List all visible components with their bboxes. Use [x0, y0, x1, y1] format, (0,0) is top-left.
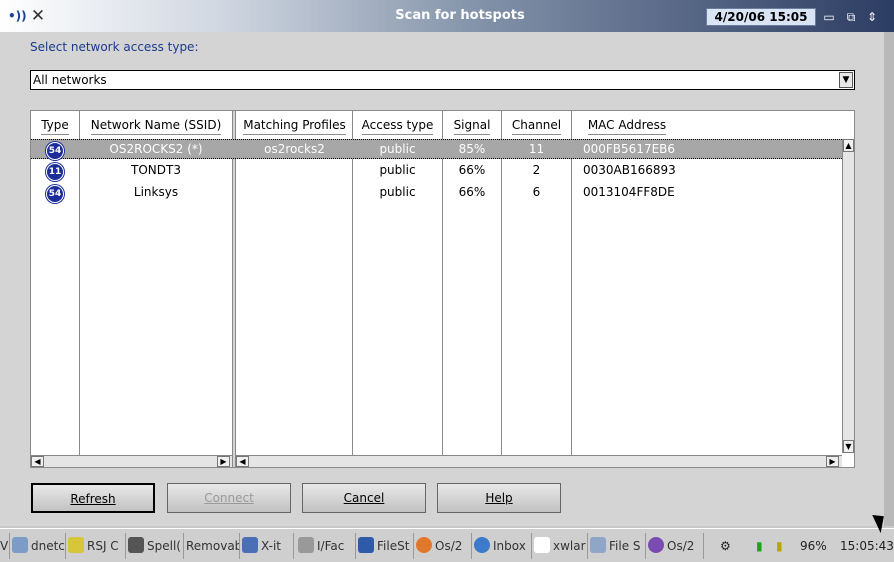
app-icon — [12, 537, 28, 553]
table-row[interactable]: 11 TONDT3 public 66% 2 0030AB166893 — [31, 161, 842, 181]
column-header-profiles[interactable]: Matching Profiles — [237, 111, 352, 139]
app-icon — [358, 537, 374, 553]
connect-button[interactable]: Connect — [167, 483, 291, 513]
hotspot-table: Type Network Name (SSID) Matching Profil… — [30, 110, 855, 468]
taskbar-item[interactable]: Removab — [186, 533, 240, 559]
scroll-left-icon[interactable]: ◀ — [31, 456, 44, 467]
taskbar: V dnetc RSJ C Spell( Removab X-it I/Fac … — [0, 528, 894, 562]
access-type-select[interactable]: All networks ▼ — [30, 70, 855, 90]
channel-cell: 6 — [532, 185, 541, 199]
table-row[interactable]: 54 OS2ROCKS2 (*) os2rocks2 public 85% 11… — [31, 139, 842, 160]
scroll-up-icon[interactable]: ▲ — [843, 139, 854, 152]
horizontal-scrollbar-right[interactable]: ◀ ▶ — [236, 455, 842, 467]
horizontal-scrollbar-left[interactable]: ◀ ▶ — [31, 455, 232, 467]
column-header-channel[interactable]: Channel — [502, 111, 571, 139]
app-icon — [68, 537, 84, 553]
access-type-label: Select network access type: — [30, 40, 199, 54]
taskbar-item[interactable]: dnetc — [12, 533, 66, 559]
table-row[interactable]: 54 Linksys public 66% 6 0013104FF8DE — [31, 183, 842, 203]
access-type-value: All networks — [33, 73, 107, 87]
app-icon — [648, 537, 664, 553]
column-header-ssid[interactable]: Network Name (SSID) — [80, 111, 232, 139]
taskbar-item[interactable]: Inbox — [474, 533, 532, 559]
taskbar-item[interactable]: xwlar — [534, 533, 588, 559]
channel-cell: 11 — [528, 142, 545, 156]
background-edge — [884, 32, 894, 526]
signal-cell: 66% — [458, 163, 486, 177]
signal-cell: 66% — [458, 185, 486, 199]
ssid-cell: OS2ROCKS2 (*) — [109, 142, 203, 156]
taskbar-item[interactable]: X-it — [242, 533, 294, 559]
minimize-icon[interactable]: ▭ — [820, 8, 838, 26]
mac-cell: 0030AB166893 — [583, 163, 676, 177]
taskbar-item[interactable]: RSJ C — [68, 533, 126, 559]
type-cell: 54 — [31, 183, 79, 203]
scroll-down-icon[interactable]: ▼ — [843, 440, 854, 453]
mail-icon — [474, 537, 490, 553]
access-cell: public — [379, 185, 416, 199]
scroll-right-icon[interactable]: ▶ — [826, 456, 839, 467]
column-header-mac[interactable]: MAC Address — [572, 111, 682, 139]
taskbar-item[interactable]: Os/2 — [648, 533, 704, 559]
taskbar-item[interactable]: V — [0, 533, 10, 559]
signal-cell: 85% — [458, 142, 486, 156]
scan-dialog: Select network access type: All networks… — [0, 32, 884, 526]
802-11g-icon: 54 — [46, 185, 64, 203]
battery-percent: 96% — [800, 539, 827, 553]
folder-icon — [590, 537, 606, 553]
802-11b-icon: 11 — [46, 163, 64, 181]
profile-cell — [237, 183, 352, 203]
profile-cell — [237, 161, 352, 181]
type-cell: 54 — [31, 140, 79, 160]
scroll-left-icon[interactable]: ◀ — [236, 456, 249, 467]
network-tray-icon[interactable]: ⚙ — [720, 533, 744, 559]
taskbar-item[interactable]: Spell( — [128, 533, 184, 559]
taskbar-item[interactable]: File S — [590, 533, 646, 559]
ssid-cell: TONDT3 — [131, 163, 181, 177]
chevron-down-icon[interactable]: ▼ — [839, 72, 853, 88]
app-icon — [128, 537, 144, 553]
window-title: Scan for hotspots — [395, 8, 525, 23]
refresh-button[interactable]: Refresh — [31, 483, 155, 513]
help-button[interactable]: Help — [437, 483, 561, 513]
mac-cell: 000FB5617EB6 — [583, 142, 676, 156]
firefox-icon — [416, 537, 432, 553]
taskbar-item[interactable]: I/Fac — [298, 533, 356, 559]
mac-cell: 0013104FF8DE — [583, 185, 675, 199]
column-header-type[interactable]: Type — [31, 111, 79, 139]
app-icon — [534, 537, 550, 553]
access-cell: public — [379, 142, 416, 156]
close-icon[interactable]: ✕ — [30, 7, 46, 25]
cancel-button[interactable]: Cancel — [302, 483, 426, 513]
wireless-signal-icon[interactable]: •)) — [8, 7, 27, 25]
column-header-access[interactable]: Access type — [353, 111, 442, 139]
restore-icon[interactable]: ⧉ — [842, 8, 860, 26]
profile-cell: os2rocks2 — [264, 142, 325, 156]
titlebar-datetime: 4/20/06 15:05 — [706, 8, 816, 26]
battery-icon[interactable]: ▮ — [776, 533, 790, 559]
access-cell: public — [379, 163, 416, 177]
vertical-scrollbar[interactable]: ▲ ▼ — [842, 139, 854, 453]
ssid-cell: Linksys — [133, 185, 179, 199]
taskbar-item[interactable]: FileSt — [358, 533, 414, 559]
column-header-signal[interactable]: Signal — [443, 111, 501, 139]
scroll-right-icon[interactable]: ▶ — [217, 456, 230, 467]
802-11g-icon: 54 — [46, 142, 64, 160]
type-cell: 11 — [31, 161, 79, 181]
title-bar[interactable]: •)) ✕ Scan for hotspots 4/20/06 15:05 ▭ … — [0, 0, 894, 32]
app-icon — [298, 537, 314, 553]
app-icon — [242, 537, 258, 553]
rollup-icon[interactable]: ⇕ — [863, 8, 881, 26]
taskbar-clock: 15:05:43 — [840, 539, 894, 553]
channel-cell: 2 — [532, 163, 541, 177]
signal-strength-icon[interactable]: ▮ — [756, 533, 766, 559]
taskbar-item[interactable]: Os/2 — [416, 533, 472, 559]
